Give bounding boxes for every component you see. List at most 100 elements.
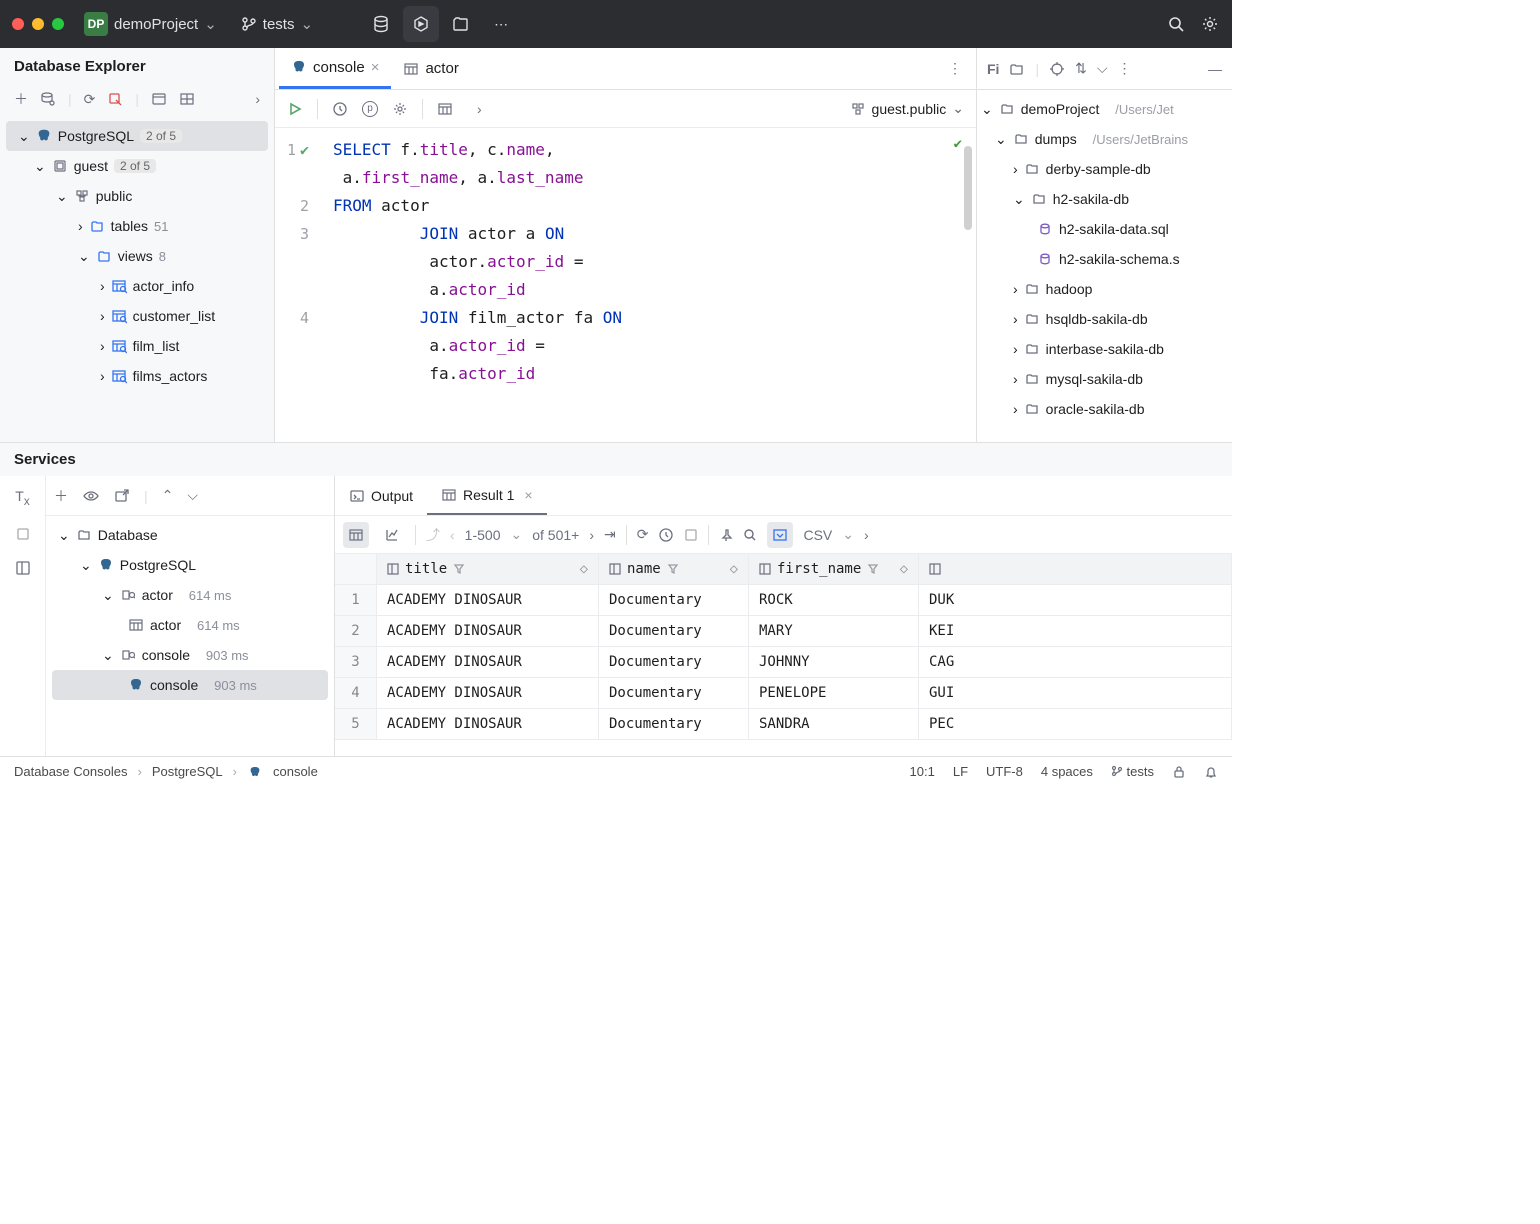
collapse-up-icon[interactable]: ⌃ [162,487,174,504]
filter-icon[interactable] [453,563,465,575]
collapse-down-icon[interactable]: ⌵ [187,487,198,504]
history-icon[interactable] [658,527,674,543]
cell-firstname[interactable]: MARY [749,616,919,646]
branch-selector[interactable]: tests [241,15,313,33]
cell-firstname[interactable]: ROCK [749,585,919,615]
view-mode-icon[interactable] [151,91,167,107]
cell-lastname[interactable]: CAG [919,647,1232,677]
updown-icon[interactable]: ⇅ [1075,60,1087,77]
cell-name[interactable]: Documentary [599,647,749,677]
tab-actor[interactable]: actor [391,48,470,89]
scrollbar[interactable] [964,146,972,230]
svc-query-actor[interactable]: ⌄actor 614 ms [46,580,334,610]
search-icon[interactable] [743,528,757,542]
col-header-name[interactable]: name◇ [599,554,749,584]
cell-firstname[interactable]: JOHNNY [749,647,919,677]
new-window-icon[interactable] [114,488,130,504]
minimize-icon[interactable]: — [1208,61,1222,77]
svc-result-console[interactable]: console 903 ms [52,670,328,700]
run-tool-icon[interactable] [403,6,439,42]
cell-lastname[interactable]: KEI [919,616,1232,646]
crumb[interactable]: console [273,764,318,779]
expand-icon[interactable]: › [477,101,482,117]
filter-icon[interactable] [667,563,679,575]
views-node[interactable]: ⌄ views 8 [0,241,274,271]
page-range[interactable]: 1-500 [465,527,501,543]
cell-lastname[interactable]: GUI [919,678,1232,708]
close-icon[interactable]: × [371,59,380,76]
tab-result[interactable]: Result 1× [427,476,547,515]
svc-result-actor[interactable]: actor 614 ms [46,610,334,640]
schema-public[interactable]: ⌄ public [0,181,274,211]
view-item[interactable]: ›film_list [0,331,274,361]
grid-row[interactable]: 5 ACADEMY DINOSAUR Documentary SANDRA PE… [335,709,1232,740]
filter-icon[interactable] [867,563,879,575]
folder-item[interactable]: ⌄h2-sakila-db [977,184,1232,214]
first-page-icon[interactable]: ⤴ [426,525,440,545]
tables-node[interactable]: › tables 51 [0,211,274,241]
notify-icon[interactable] [1204,765,1218,779]
filter-on-icon[interactable] [767,522,793,548]
tab-output[interactable]: Output [335,476,427,515]
stop-square-icon[interactable] [15,526,31,542]
expand-icon[interactable]: › [255,91,260,107]
tabs-more-icon[interactable]: ⋮ [938,60,972,77]
datasource-props-icon[interactable] [40,91,56,107]
col-header-firstname[interactable]: first_name◇ [749,554,919,584]
collapse-icon[interactable]: ⌵ [1097,60,1108,77]
refresh-icon[interactable]: ⟳ [84,91,96,108]
close-window[interactable] [12,18,24,30]
database-tool-icon[interactable] [363,6,399,42]
folder-item[interactable]: ›interbase-sakila-db [977,334,1232,364]
lock-icon[interactable] [1172,765,1186,779]
code-content[interactable]: SELECT f.title, c.name, a.first_name, a.… [329,128,976,442]
cell-name[interactable]: Documentary [599,678,749,708]
pin-icon[interactable] [719,528,733,542]
svc-query-console[interactable]: ⌄console 903 ms [46,640,334,670]
add-icon[interactable]: ＋ [14,89,28,109]
stop-icon[interactable] [107,91,123,107]
next-page-icon[interactable]: › [589,527,594,543]
view-item[interactable]: ›actor_info [0,271,274,301]
line-ending[interactable]: LF [953,764,968,779]
more-icon[interactable]: ⋯ [483,6,519,42]
svc-pg-node[interactable]: ⌄PostgreSQL [46,550,334,580]
settings-gear-icon[interactable] [1200,14,1220,34]
grid-row[interactable]: 3 ACADEMY DINOSAUR Documentary JOHNNY CA… [335,647,1232,678]
cell-title[interactable]: ACADEMY DINOSAUR [377,585,599,615]
branch-status[interactable]: tests [1111,764,1154,779]
cell-name[interactable]: Documentary [599,709,749,739]
tx-icon[interactable]: Tx [15,488,29,508]
export-format[interactable]: CSV [803,527,832,543]
grid-row[interactable]: 2 ACADEMY DINOSAUR Documentary MARY KEI [335,616,1232,647]
more-icon[interactable]: ⋮ [1117,60,1131,77]
encoding[interactable]: UTF-8 [986,764,1023,779]
cell-title[interactable]: ACADEMY DINOSAUR [377,709,599,739]
sort-icon[interactable]: ◇ [730,561,738,577]
stop-icon[interactable] [684,528,698,542]
tab-console[interactable]: console × [279,48,391,89]
cell-name[interactable]: Documentary [599,585,749,615]
folder-dumps[interactable]: ⌄dumps /Users/JetBrains [977,124,1232,154]
folder-item[interactable]: ›hsqldb-sakila-db [977,304,1232,334]
refresh-icon[interactable]: ⟳ [637,526,649,543]
view-item[interactable]: ›films_actors [0,361,274,391]
search-icon[interactable] [1166,14,1186,34]
cell-lastname[interactable]: PEC [919,709,1232,739]
folder-item[interactable]: ›mysql-sakila-db [977,364,1232,394]
code-editor[interactable]: 1✔ 2 3 4 SELECT f.title, c.name, a.first… [275,128,976,442]
folder-item[interactable]: ›oracle-sakila-db [977,394,1232,424]
sort-icon[interactable]: ◇ [900,561,908,577]
settings-icon[interactable] [392,101,408,117]
cell-firstname[interactable]: PENELOPE [749,678,919,708]
col-header-more[interactable] [919,554,1232,584]
minimize-window[interactable] [32,18,44,30]
datasource-postgresql[interactable]: ⌄ PostgreSQL 2 of 5 [6,121,268,151]
file-item[interactable]: h2-sakila-data.sql [977,214,1232,244]
target-icon[interactable] [1049,61,1065,77]
cell-name[interactable]: Documentary [599,616,749,646]
folder-item[interactable]: ›hadoop [977,274,1232,304]
cell-title[interactable]: ACADEMY DINOSAUR [377,647,599,677]
sort-icon[interactable]: ◇ [580,561,588,577]
maximize-window[interactable] [52,18,64,30]
